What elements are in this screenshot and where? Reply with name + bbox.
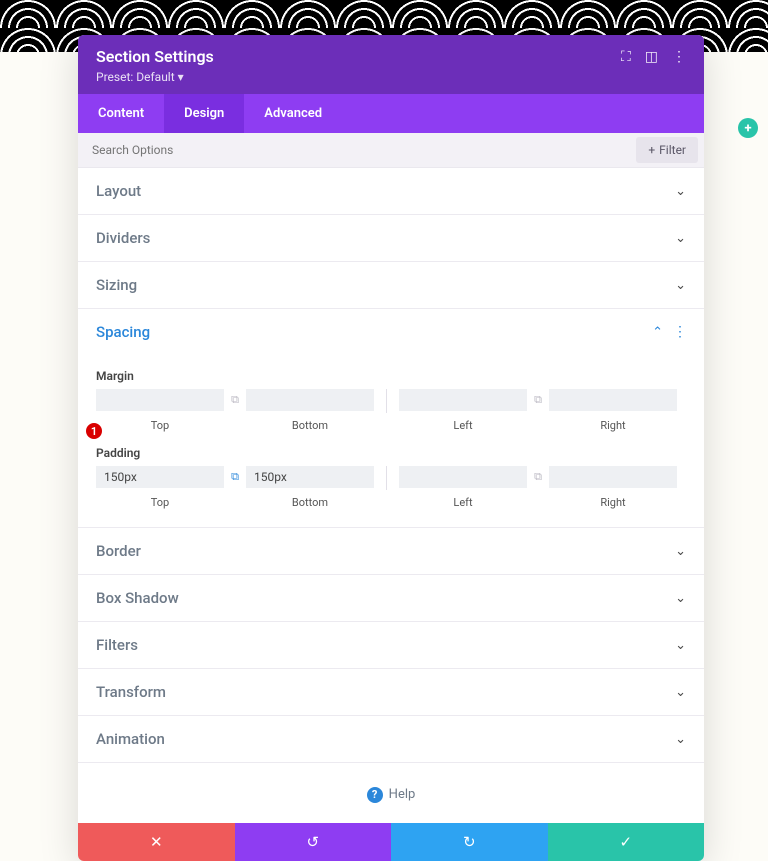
padding-left-input[interactable] [399,466,527,488]
accordion-border[interactable]: Border ⌄ [78,527,704,575]
tabs-bar: Content Design Advanced [78,94,704,133]
tab-content[interactable]: Content [78,94,164,133]
accordion-filters[interactable]: Filters ⌄ [78,622,704,669]
expand-icon[interactable]: ⛶ [621,49,631,65]
add-section-fab[interactable]: + [738,118,758,138]
padding-bottom-input[interactable] [246,466,374,488]
chevron-up-icon: ⌃ [652,325,663,340]
margin-top-input[interactable] [96,389,224,411]
padding-right-input[interactable] [549,466,677,488]
accordion-box-shadow[interactable]: Box Shadow ⌄ [78,575,704,622]
link-icon[interactable]: ⧉ [224,389,246,411]
chevron-down-icon: ⌄ [675,685,686,700]
divider [386,389,387,413]
columns-icon[interactable]: ◫ [645,49,658,65]
discard-button[interactable]: ✕ [78,823,235,861]
margin-label: Margin [96,369,686,383]
redo-icon: ↻ [463,833,476,851]
chevron-down-icon: ⌄ [675,638,686,653]
accordion-transform[interactable]: Transform ⌄ [78,669,704,716]
modal-footer: ✕ ↺ ↻ ✓ [78,823,704,861]
undo-icon: ↺ [306,833,319,851]
modal-title: Section Settings [96,47,214,66]
accordion-layout[interactable]: Layout ⌄ [78,168,704,215]
accordion-spacing[interactable]: Spacing ⌃ ⋮ [78,309,704,355]
spacing-section-body: Margin ⧉ ⧉ Top Bottom Left [78,369,704,527]
link-icon[interactable]: ⧉ [527,466,549,488]
margin-bottom-input[interactable] [246,389,374,411]
accordion-dividers[interactable]: Dividers ⌄ [78,215,704,262]
search-input[interactable] [78,133,636,167]
chevron-down-icon: ⌄ [675,184,686,199]
margin-right-input[interactable] [549,389,677,411]
help-icon: ? [367,787,383,803]
tab-advanced[interactable]: Advanced [244,94,342,133]
search-row: + Filter [78,133,704,168]
chevron-down-icon: ⌄ [675,591,686,606]
chevron-down-icon: ⌄ [675,231,686,246]
preset-dropdown[interactable]: Preset: Default ▾ [96,70,686,84]
padding-top-input[interactable] [96,466,224,488]
close-icon: ✕ [150,833,163,851]
save-button[interactable]: ✓ [548,823,705,861]
link-icon[interactable]: ⧉ [527,389,549,411]
settings-modal: Section Settings ⛶ ◫ ⋮ Preset: Default ▾… [78,35,704,861]
kebab-menu-icon[interactable]: ⋮ [673,324,686,340]
chevron-down-icon: ⌄ [675,732,686,747]
filter-button[interactable]: + Filter [636,137,698,163]
redo-button[interactable]: ↻ [391,823,548,861]
accordion-animation[interactable]: Animation ⌄ [78,716,704,763]
undo-button[interactable]: ↺ [235,823,392,861]
plus-icon: + [648,143,655,157]
padding-label: Padding [96,446,686,460]
accordion-sizing[interactable]: Sizing ⌄ [78,262,704,309]
link-icon[interactable]: ⧉ [224,466,246,488]
tab-design[interactable]: Design [164,94,244,133]
panel-body: Layout ⌄ Dividers ⌄ Sizing ⌄ Spacing ⌃ ⋮… [78,168,704,823]
annotation-badge-1: 1 [86,423,102,439]
chevron-down-icon: ⌄ [675,544,686,559]
chevron-down-icon: ▾ [178,70,184,84]
chevron-down-icon: ⌄ [675,278,686,293]
modal-header: Section Settings ⛶ ◫ ⋮ Preset: Default ▾ [78,35,704,94]
check-icon: ✓ [619,833,632,851]
kebab-menu-icon[interactable]: ⋮ [672,49,686,65]
help-link[interactable]: ?Help [78,763,704,823]
margin-left-input[interactable] [399,389,527,411]
divider [386,466,387,490]
